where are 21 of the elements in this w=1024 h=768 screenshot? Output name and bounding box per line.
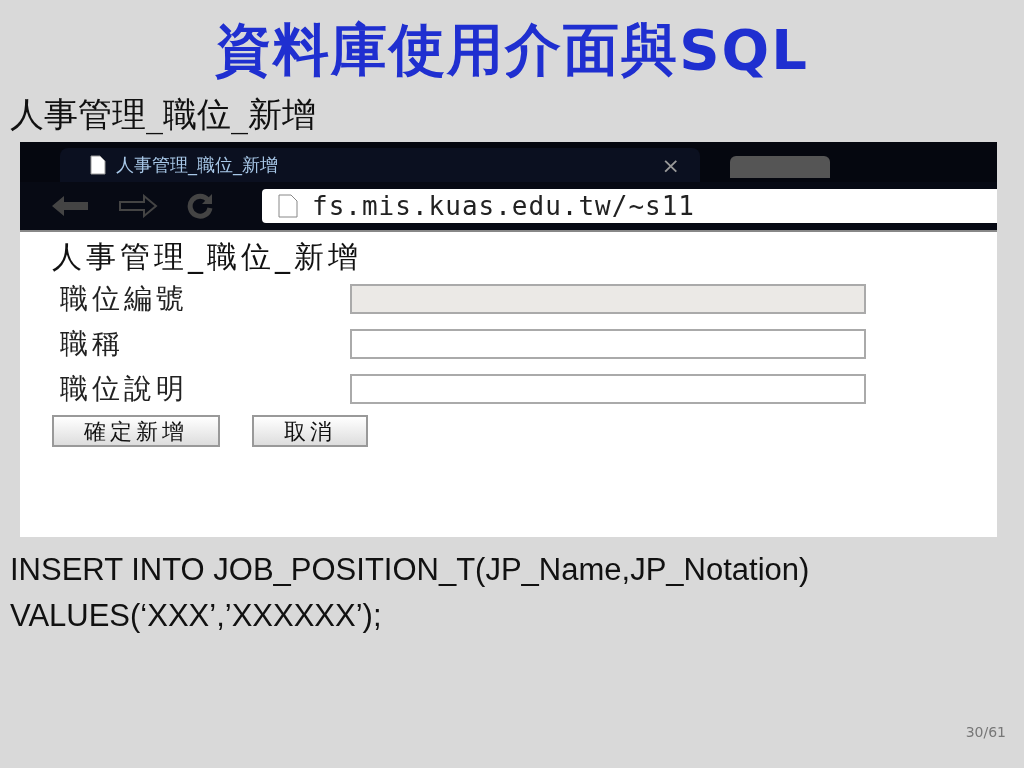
field-label: 職位編號 [59,280,189,317]
field-label: 職稱 [59,325,125,362]
field-label: 職位說明 [59,370,189,407]
sql-statement: INSERT INTO JOB_POSITION_T(JP_Name,JP_Notation) VALUES(‘XXX’,’XXXXXX’); [10,551,811,635]
page-icon [278,194,298,218]
browser-tab[interactable]: 人事管理_職位_新增 × [60,148,700,182]
page-heading: 人事管理_職位_新增 [52,238,363,276]
tab-title: 人事管理_職位_新增 [116,153,279,177]
page-icon [90,155,106,175]
input-field[interactable] [350,328,866,359]
input-field[interactable] [350,373,866,404]
slide-subtitle: 人事管理_職位_新增 [10,93,317,136]
address-bar[interactable]: fs.mis.kuas.edu.tw/~s11 [262,189,997,223]
page-number: 30/61 [965,724,1006,740]
close-icon[interactable]: × [661,152,680,178]
cancel-button[interactable]: 取消 [252,415,368,447]
back-icon[interactable] [50,194,90,218]
submit-button[interactable]: 確定新增 [52,415,220,447]
forward-icon[interactable] [118,194,158,218]
slide-title: 資料庫使用介面與SQL [215,16,809,84]
reload-icon[interactable] [186,192,214,220]
